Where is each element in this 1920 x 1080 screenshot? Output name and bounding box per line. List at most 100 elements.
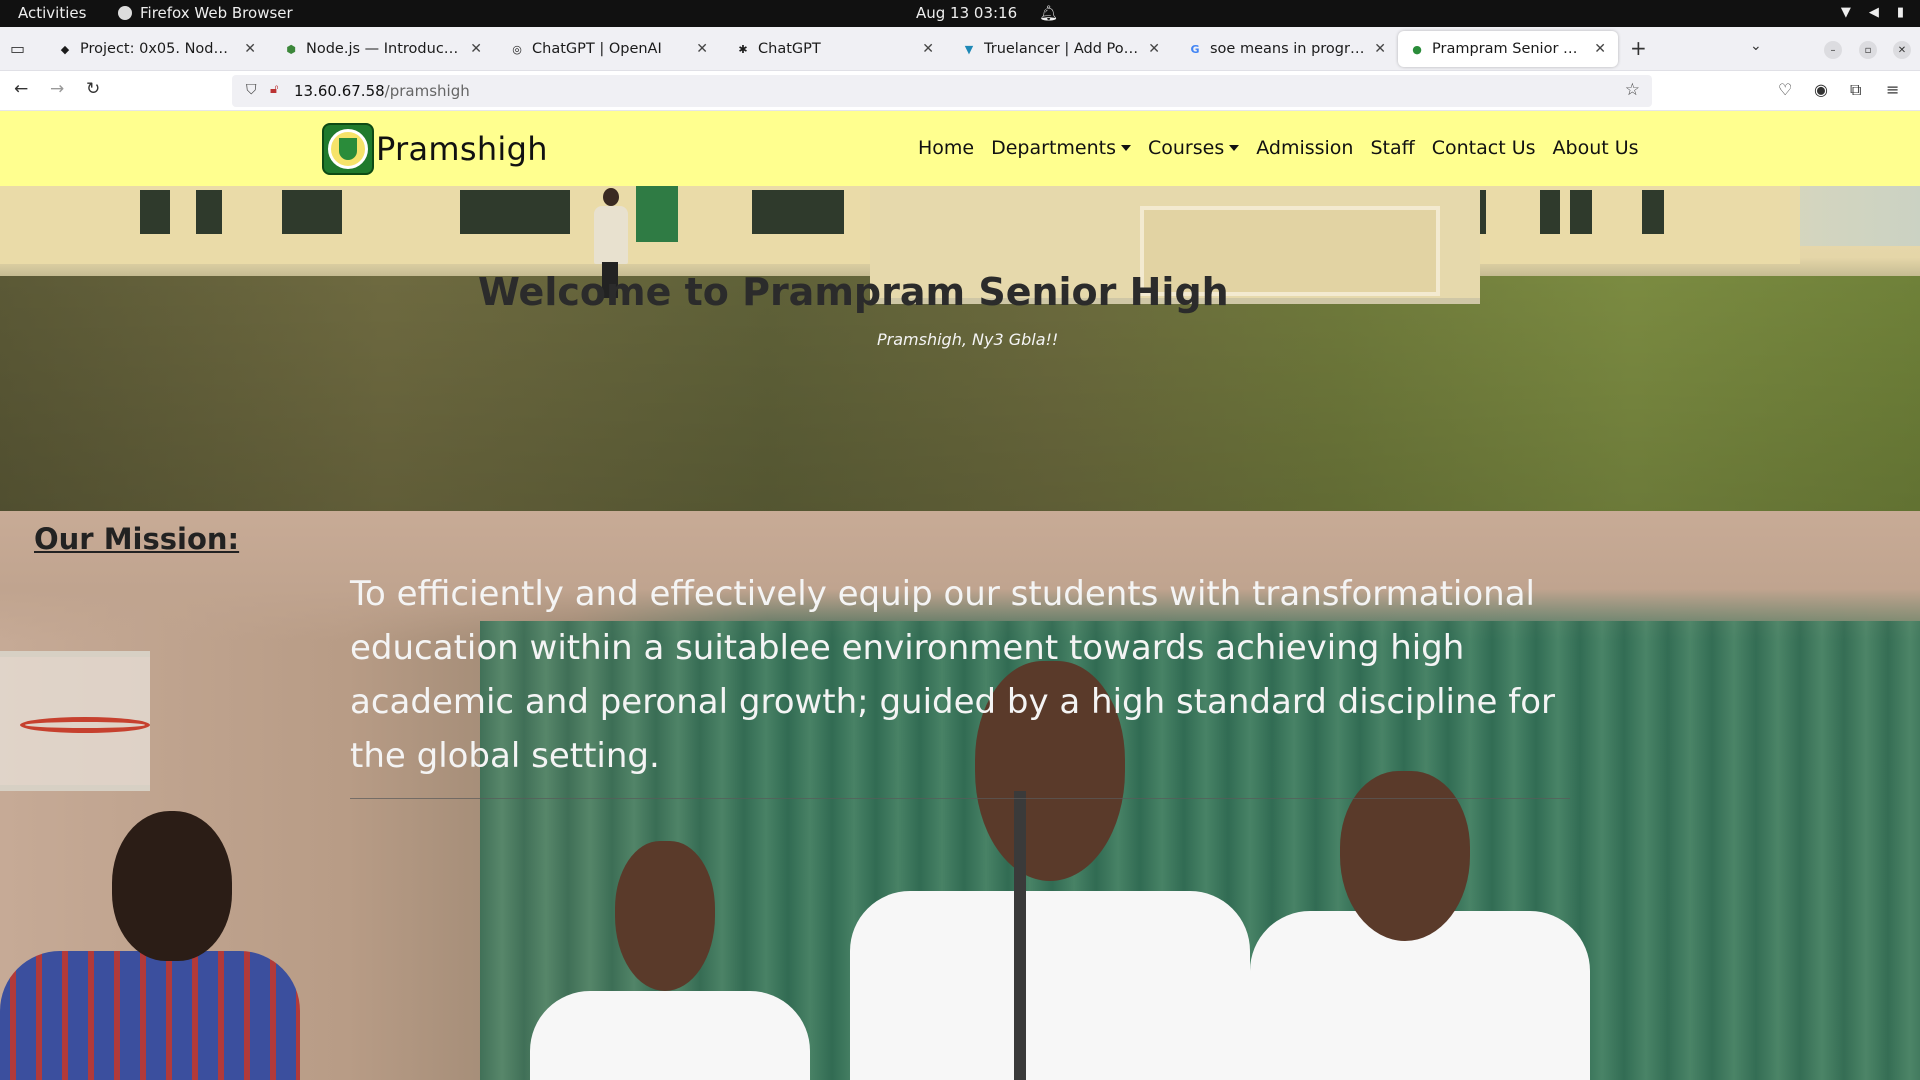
tab-title: Truelancer | Add Portfolio [984,41,1141,57]
tab-nodejs-project[interactable]: ◆ Project: 0x05. NodeJS Ba ✕ [46,31,268,67]
browser-toolbar: ← → ↻ ⛉ 🔓︎ 13.60.67.58/pramshigh ☆ ♡ ◉ ⧉… [0,71,1920,111]
url-path: /pramshigh [384,82,470,100]
forward-icon[interactable]: → [50,79,64,99]
nodejs-icon: ⬢ [286,42,296,56]
mission-section: Our Mission: To efficiently and effectiv… [0,511,1920,1080]
tab-truelancer[interactable]: ▼ Truelancer | Add Portfolio ✕ [950,31,1172,67]
close-tab-icon[interactable]: ✕ [470,41,482,57]
brand-name: Pramshigh [376,130,548,168]
mission-heading: Our Mission: [34,522,240,556]
close-tab-icon[interactable]: ✕ [696,41,708,57]
firefox-icon [118,6,132,20]
tab-chatgpt-openai[interactable]: ◎ ChatGPT | OpenAI ✕ [498,31,720,67]
system-tray[interactable]: ▼ ◀ ▮ [1841,5,1904,20]
new-tab-icon[interactable]: + [1630,36,1647,60]
teacher-head [112,811,232,961]
building-window [1570,190,1592,234]
building-door [636,186,678,242]
list-all-tabs-icon[interactable]: ▭ [10,39,25,58]
tab-nodejs-intro[interactable]: ⬢ Node.js — Introduction to ✕ [272,31,494,67]
tab-title: Project: 0x05. NodeJS Ba [80,41,236,57]
wifi-icon: ▼ [1840,5,1851,20]
openai-icon: ◎ [512,42,522,56]
reload-icon[interactable]: ↻ [86,79,100,99]
nav-staff[interactable]: Staff [1370,137,1414,159]
building-window [1642,190,1664,234]
nav-departments-dropdown[interactable]: Departments [991,137,1131,159]
nav-admission[interactable]: Admission [1256,137,1353,159]
mission-statement: To efficiently and effectively equip our… [350,574,1555,776]
hero-subtitle: Pramshigh, Ny3 Gbla!! [877,330,1059,349]
tab-google-search[interactable]: G soe means in programmin ✕ [1176,31,1398,67]
app-menu[interactable]: Firefox Web Browser [118,4,293,22]
system-top-bar: Activities Firefox Web Browser Aug 13 03… [0,0,1920,27]
datetime: Aug 13 03:16 [916,4,1018,22]
url-text[interactable]: 13.60.67.58/pramshigh [294,82,470,100]
mission-divider [350,798,1570,799]
person-head [603,188,619,206]
building-window [196,190,222,234]
tab-strip: ▭ ◆ Project: 0x05. NodeJS Ba ✕ ⬢ Node.js… [0,27,1920,71]
close-tab-icon[interactable]: ✕ [922,41,934,57]
student-left-head [615,841,715,991]
site-navbar: Pramshigh Home Departments Courses Admis… [0,111,1920,186]
volume-icon: ◀ [1868,5,1879,20]
tab-title: soe means in programmin [1210,41,1366,57]
building-window [1540,190,1560,234]
battery-icon: ▮ [1896,5,1904,20]
student-center-body [850,891,1250,1080]
nav-contact-us[interactable]: Contact Us [1432,137,1536,159]
hero-banner: Welcome to Prampram Senior High Pramshig… [0,186,1920,511]
student-right-head [1340,771,1470,941]
student-left-body [530,991,810,1080]
ceremonial-sword [1014,791,1026,1080]
shield-icon[interactable]: ⛉ [246,82,257,98]
google-icon: G [1190,42,1200,56]
brand-link[interactable]: Pramshigh [322,123,548,175]
account-icon[interactable]: ◉ [1814,80,1828,99]
tab-chatgpt[interactable]: ✱ ChatGPT ✕ [724,31,946,67]
tab-title: Prampram Senior High Sc [1432,41,1587,57]
activities-button[interactable]: Activities [18,4,86,22]
close-tab-icon[interactable]: ✕ [244,41,256,57]
insecure-lock-icon[interactable]: 🔓︎ [270,82,278,97]
close-window-icon[interactable]: ✕ [1893,41,1911,59]
url-host: 13.60.67.58 [294,82,385,100]
crest-icon [328,129,368,169]
url-bar[interactable]: ⛉ 🔓︎ 13.60.67.58/pramshigh ☆ [232,75,1652,107]
nav-links: Home Departments Courses Admission Staff… [918,137,1639,159]
truelancer-icon: ▼ [964,42,974,56]
basketball-rim [20,717,150,733]
person-body [594,206,628,264]
tab-title: Node.js — Introduction to [306,41,463,57]
nav-courses-dropdown[interactable]: Courses [1148,137,1239,159]
school-icon: ● [1412,42,1422,56]
tab-prampram-active[interactable]: ● Prampram Senior High Sc ✕ [1398,31,1618,67]
teacher-figure [0,951,300,1080]
school-logo [322,123,374,175]
nav-home[interactable]: Home [918,137,974,159]
close-tab-icon[interactable]: ✕ [1594,41,1606,57]
close-tab-icon[interactable]: ✕ [1148,41,1160,57]
bell-icon: 🔔︎ [1039,4,1059,22]
chatgpt-icon: ✱ [738,42,748,56]
nav-about-us[interactable]: About Us [1553,137,1639,159]
building-window [752,190,844,234]
building-window [282,190,342,234]
hamburger-menu-icon[interactable]: ≡ [1886,80,1899,99]
minimize-icon[interactable]: – [1824,41,1842,59]
close-tab-icon[interactable]: ✕ [1374,41,1386,57]
tab-title: ChatGPT | OpenAI [532,41,662,57]
chevron-down-icon[interactable]: ⌄ [1750,38,1762,54]
restore-icon[interactable]: ▫ [1859,41,1877,59]
building-window [140,190,170,234]
clock[interactable]: Aug 13 03:16 🔔︎ [916,4,1058,22]
building-window [460,190,570,234]
hero-title: Welcome to Prampram Senior High [478,270,1229,314]
extensions-icon[interactable]: ⧉ [1850,80,1861,100]
alx-icon: ◆ [60,42,70,56]
app-name: Firefox Web Browser [140,4,293,22]
bookmark-star-icon[interactable]: ☆ [1625,80,1640,100]
back-icon[interactable]: ← [14,79,28,99]
pocket-icon[interactable]: ♡ [1778,80,1792,99]
